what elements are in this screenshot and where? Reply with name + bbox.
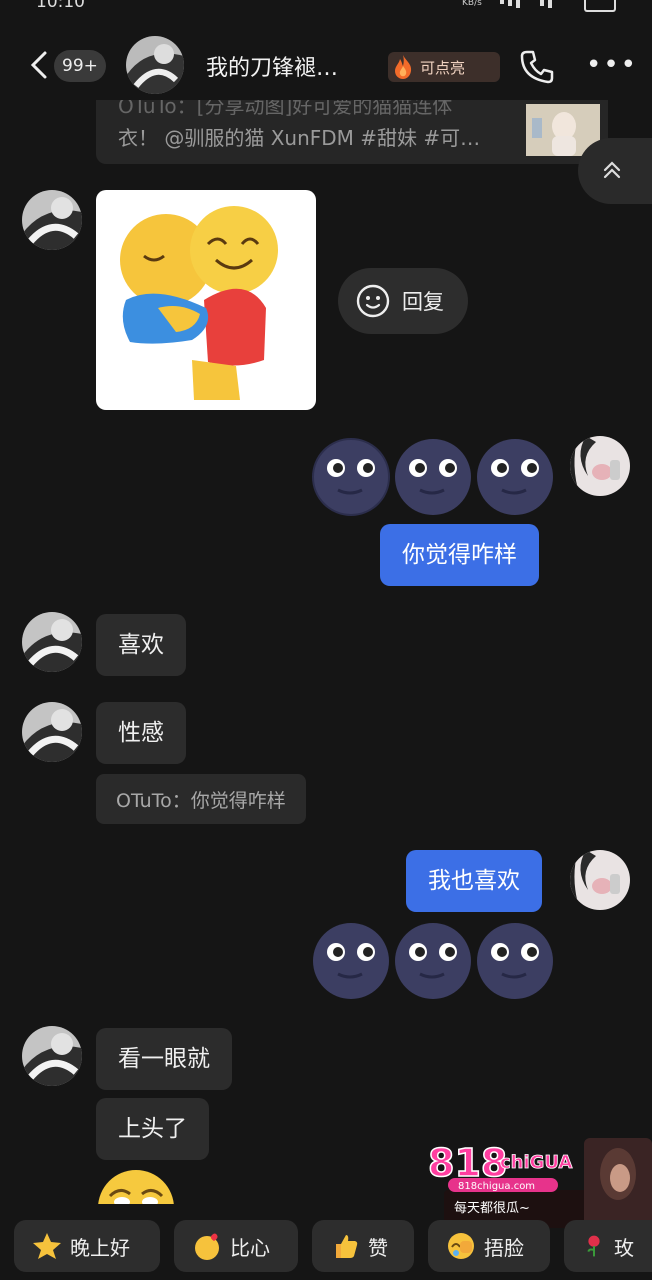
watermark-slogan: 每天都很瓜~ [454,1200,530,1216]
quick-reply-evening[interactable]: 晚上好 [14,1220,160,1272]
signal-bar-icon [540,0,544,6]
contact-avatar[interactable] [126,36,184,94]
new-moon-face-icon [313,923,389,999]
hug-emoji-sticker[interactable] [96,190,316,410]
quick-reply-label: 玫 [614,1235,634,1260]
new-moon-face-icon [312,438,390,516]
facepalm-icon [448,1233,474,1259]
message-bubble-out[interactable]: 我也喜欢 [406,850,542,912]
message-bubble-in[interactable]: 看一眼就 [96,1028,232,1090]
signal-bar-icon [508,0,512,6]
message-bubble-in[interactable]: 喜欢 [96,614,186,676]
new-moon-face-icon [477,439,553,515]
message-bubble-in[interactable]: 上头了 [96,1098,209,1160]
smiley-icon [356,284,390,318]
scroll-to-top-button[interactable] [578,138,652,204]
finger-heart-icon [195,1233,219,1260]
back-icon[interactable] [28,50,50,80]
contact-avatar[interactable] [22,190,82,250]
message-bubble-out[interactable]: 你觉得咋样 [380,524,539,586]
my-avatar[interactable] [570,850,630,910]
light-up-button[interactable]: 可点亮 [388,52,500,82]
light-up-label: 可点亮 [420,59,466,77]
watermark-brand: chiGUA [500,1152,572,1173]
battery-icon [584,0,616,12]
quick-reply-facepalm[interactable]: 捂脸 [428,1220,550,1272]
contact-avatar[interactable] [22,702,82,762]
chat-header: 99+ 我的刀锋褪… 可点亮 ••• [0,30,652,106]
flame-icon [395,55,412,79]
new-moon-face-icon [395,923,471,999]
quoted-post-line2: 衣！ @驯服的猫 XunFDM #甜妹 #可… [118,126,481,150]
reply-button[interactable]: 回复 [338,268,468,334]
net-speed: KB/s [462,0,482,8]
contact-avatar[interactable] [22,1026,82,1086]
reply-quote[interactable]: OTuTo：你觉得咋样 [96,774,306,824]
quick-reply-heart[interactable]: 比心 [174,1220,298,1272]
new-moon-face-icon [395,439,471,515]
signal-bar-icon [516,0,520,8]
double-chevron-up-icon [603,161,621,179]
signal-bar-icon [548,0,552,8]
signal-bar-icon [500,0,504,4]
more-icon[interactable]: ••• [586,50,636,80]
unread-count-badge[interactable]: 99+ [54,50,106,82]
phone-icon[interactable] [518,48,556,86]
new-moon-face-icon [477,923,553,999]
quick-reply-rose[interactable]: 玫 [564,1220,652,1272]
reply-label: 回复 [402,290,444,314]
quoted-post-line1: OTuTo：[分享动图]好可爱的猫猫连体 [118,100,453,118]
rose-icon [587,1235,600,1257]
emoji-sticker-peek[interactable] [96,1168,182,1204]
message-bubble-in[interactable]: 性感 [96,702,186,764]
quick-reply-label: 比心 [230,1235,270,1260]
watermark-url: 818chigua.com [458,1181,535,1192]
thumbs-up-icon [336,1235,358,1258]
quick-reply-label: 捂脸 [484,1235,524,1260]
my-avatar[interactable] [570,436,630,496]
emoji-message[interactable] [312,438,554,516]
quoted-post-card[interactable]: OTuTo：[分享动图]好可爱的猫猫连体 衣！ @驯服的猫 XunFDM #甜妹… [96,100,608,164]
star-icon [33,1233,61,1259]
status-time: 10:10 [36,0,85,12]
quick-reply-label: 晚上好 [70,1235,130,1260]
contact-avatar[interactable] [22,612,82,672]
quick-reply-label: 赞 [368,1235,388,1260]
quick-reply-like[interactable]: 赞 [312,1220,414,1272]
emoji-message[interactable] [312,922,554,1000]
chat-title[interactable]: 我的刀锋褪… [206,50,338,82]
status-bar: 10:10 KB/s [0,0,652,14]
